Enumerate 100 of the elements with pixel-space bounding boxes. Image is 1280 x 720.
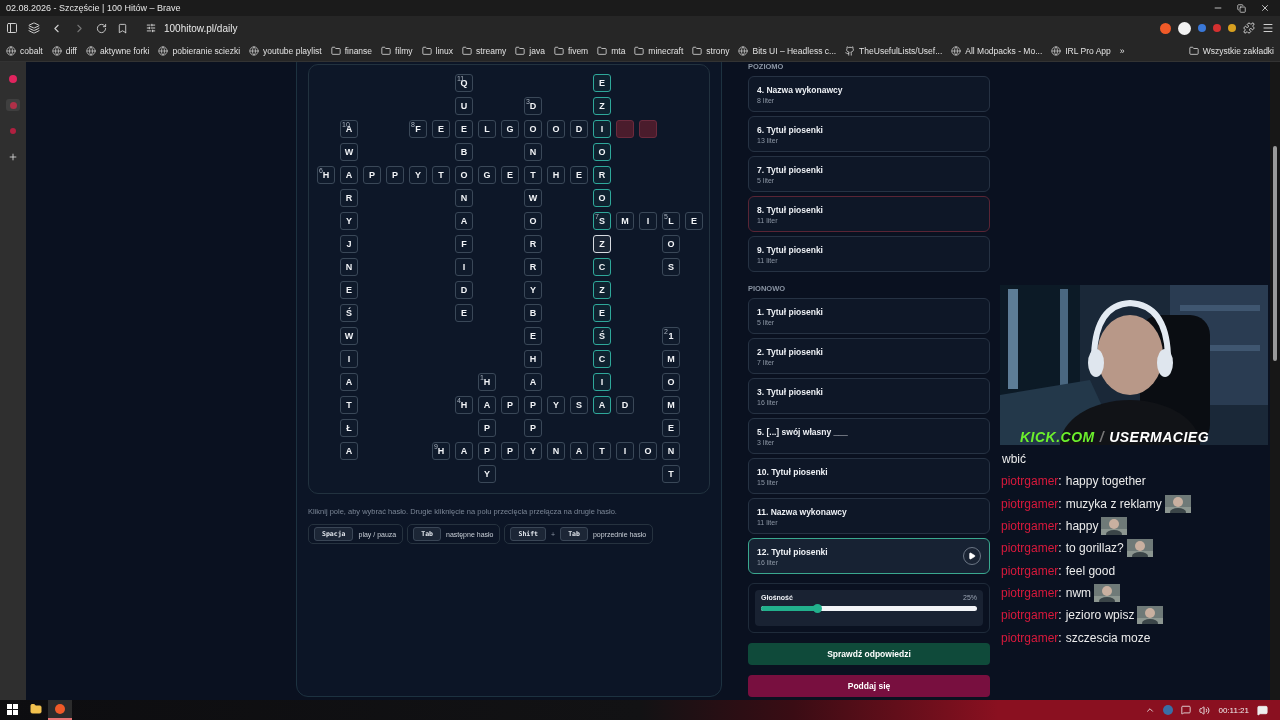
crossword-cell[interactable]: N: [547, 442, 565, 460]
crossword-cell[interactable]: Y: [547, 396, 565, 414]
crossword-cell[interactable]: O: [639, 442, 657, 460]
crossword-cell[interactable]: A: [478, 396, 496, 414]
crossword-cell[interactable]: R: [524, 235, 542, 253]
chat-icon[interactable]: [1181, 705, 1192, 715]
crossword-cell[interactable]: E: [570, 166, 588, 184]
crossword-cell[interactable]: I: [593, 120, 611, 138]
crossword-cell[interactable]: Z: [593, 235, 611, 253]
crossword-cell[interactable]: A: [455, 442, 473, 460]
crossword-cell[interactable]: E: [455, 304, 473, 322]
crossword-cell[interactable]: O: [593, 189, 611, 207]
crossword-cell[interactable]: L: [478, 120, 496, 138]
crossword-cell[interactable]: Z: [593, 97, 611, 115]
crossword-cell[interactable]: W: [524, 189, 542, 207]
menu-icon[interactable]: [1262, 22, 1274, 34]
notification-icon[interactable]: [1257, 704, 1268, 716]
crossword-cell[interactable]: N: [524, 143, 542, 161]
crossword-cell[interactable]: Ś: [593, 327, 611, 345]
crossword-cell[interactable]: T: [662, 465, 680, 483]
bookmark-link[interactable]: filmy: [381, 45, 413, 56]
crossword-cell[interactable]: E: [662, 419, 680, 437]
crossword-cell[interactable]: P: [524, 419, 542, 437]
crossword-cell[interactable]: Y: [524, 442, 542, 460]
crossword-cell[interactable]: P: [386, 166, 404, 184]
crossword-cell[interactable]: J: [340, 235, 358, 253]
crossword-cell[interactable]: E: [501, 166, 519, 184]
crossword-cell[interactable]: E: [685, 212, 703, 230]
tabs-icon[interactable]: [28, 22, 40, 34]
crossword-cell[interactable]: P: [501, 442, 519, 460]
bookmark-link[interactable]: streamy: [462, 45, 507, 56]
crossword-cell[interactable]: D: [455, 281, 473, 299]
bookmark-link[interactable]: fivem: [553, 45, 589, 56]
crossword-cell[interactable]: G: [478, 166, 496, 184]
crossword-cell[interactable]: P: [524, 396, 542, 414]
crossword-cell[interactable]: R: [524, 258, 542, 276]
crossword-cell[interactable]: A: [340, 442, 358, 460]
bookmark-link[interactable]: aktywne forki: [85, 45, 150, 56]
crossword-cell[interactable]: Y: [478, 465, 496, 483]
crossword-cell[interactable]: G: [501, 120, 519, 138]
bookmark-link[interactable]: minecraft: [634, 45, 684, 56]
crossword-cell[interactable]: I: [616, 442, 634, 460]
start-icon[interactable]: [6, 703, 18, 715]
close-icon[interactable]: [1260, 3, 1270, 13]
reload-icon[interactable]: [96, 22, 107, 34]
crossword-cell[interactable]: H: [547, 166, 565, 184]
crossword-cell[interactable]: N: [340, 258, 358, 276]
bookmark-link[interactable]: finanse: [330, 45, 373, 56]
crossword-cell[interactable]: E: [593, 74, 611, 92]
crossword-cell[interactable]: N: [455, 189, 473, 207]
tray-chevron-icon[interactable]: [1145, 705, 1156, 715]
bookmark-link[interactable]: pobieranie sciezki: [158, 45, 241, 56]
scrollbar-thumb[interactable]: [1273, 146, 1277, 361]
crossword-cell[interactable]: T: [340, 396, 358, 414]
crossword-cell[interactable]: I: [340, 350, 358, 368]
crossword-cell[interactable]: O: [662, 373, 680, 391]
site-settings-icon[interactable]: [146, 23, 156, 33]
crossword-cell[interactable]: D: [616, 396, 634, 414]
crossword-cell[interactable]: I: [455, 258, 473, 276]
crossword-cell[interactable]: Z: [593, 281, 611, 299]
crossword-cell[interactable]: Y: [524, 281, 542, 299]
crossword-cell[interactable]: S: [570, 396, 588, 414]
crossword-cell[interactable]: O: [593, 143, 611, 161]
crossword-cell[interactable]: M: [616, 212, 634, 230]
bookmark-link[interactable]: All Modpacks - Mo...: [951, 45, 1043, 56]
check-button[interactable]: Sprawdź odpowiedzi: [748, 643, 990, 665]
scrollbar[interactable]: [1270, 62, 1280, 700]
crossword-cell[interactable]: H: [524, 350, 542, 368]
crossword-cell[interactable]: O: [524, 120, 542, 138]
crossword-cell[interactable]: Ł: [340, 419, 358, 437]
crossword-cell[interactable]: P: [478, 442, 496, 460]
crossword-cell[interactable]: E: [340, 281, 358, 299]
extensions-icon[interactable]: [1243, 22, 1255, 34]
crossword-cell[interactable]: W: [340, 143, 358, 161]
crossword-cell[interactable]: A: [524, 373, 542, 391]
crossword-cell[interactable]: E: [432, 120, 450, 138]
restore-icon[interactable]: [1237, 3, 1246, 13]
bookmark-link[interactable]: mta: [597, 45, 626, 56]
crossword-cell[interactable]: N: [662, 442, 680, 460]
crossword-cell[interactable]: O: [455, 166, 473, 184]
bookmark-link[interactable]: TheUsefulLists/Usef...: [845, 45, 943, 56]
crossword-cell[interactable]: A: [455, 212, 473, 230]
crossword-cell[interactable]: [639, 120, 657, 138]
bookmark-link[interactable]: linux: [421, 45, 454, 56]
crossword-cell[interactable]: A: [593, 396, 611, 414]
bookmark-link[interactable]: youtube playlist: [249, 45, 322, 56]
crossword-cell[interactable]: R: [593, 166, 611, 184]
crossword-cell[interactable]: U: [455, 97, 473, 115]
crossword-cell[interactable]: S: [662, 258, 680, 276]
crossword-cell[interactable]: B: [524, 304, 542, 322]
crossword-cell[interactable]: [616, 120, 634, 138]
crossword-cell[interactable]: Ś: [340, 304, 358, 322]
crossword-cell[interactable]: W: [340, 327, 358, 345]
slider-handle[interactable]: [813, 604, 823, 613]
crossword-cell[interactable]: E: [524, 327, 542, 345]
crossword-cell[interactable]: M: [662, 396, 680, 414]
crossword-cell[interactable]: C: [593, 350, 611, 368]
volume-slider[interactable]: [761, 606, 977, 611]
crossword-cell[interactable]: E: [455, 120, 473, 138]
crossword-cell[interactable]: P: [363, 166, 381, 184]
